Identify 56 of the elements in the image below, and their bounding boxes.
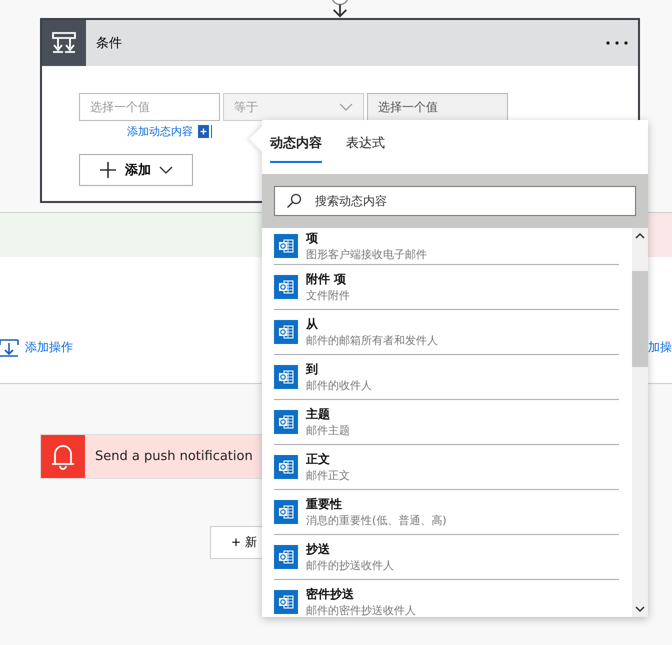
item-title: 密件抄送 [306, 586, 355, 603]
dynamic-content-item[interactable]: 到 邮件的收件人 [274, 355, 619, 400]
mail-app-icon [274, 320, 298, 344]
mail-app-icon [274, 500, 298, 524]
dynamic-content-item[interactable]: 抄送 邮件的抄送收件人 [274, 535, 619, 580]
item-title: 主题 [306, 406, 331, 423]
add-dynamic-content-link[interactable]: 添加动态内容 [127, 124, 193, 139]
more-options-icon[interactable] [606, 41, 628, 45]
item-description: 邮件的密件抄送收件人 [306, 603, 416, 617]
item-title: 到 [306, 361, 319, 378]
scroll-down-icon[interactable] [635, 606, 645, 613]
add-action-icon [0, 337, 20, 357]
mail-app-icon [274, 365, 298, 389]
search-icon [286, 193, 302, 209]
item-title: 从 [306, 316, 319, 333]
item-description: 邮件的邮箱所有者和发件人 [306, 333, 438, 348]
item-title: 项 [306, 230, 319, 247]
dynamic-content-item[interactable]: 附件 项 文件附件 [274, 265, 619, 310]
item-description: 邮件的收件人 [306, 378, 372, 393]
mail-app-icon [274, 410, 298, 434]
dynamic-content-item[interactable]: 主题 邮件主题 [274, 400, 619, 445]
bell-icon [41, 435, 85, 478]
value-input-field[interactable]: 选择一个值 [79, 93, 220, 121]
scrollbar-thumb[interactable] [632, 271, 648, 367]
item-description: 图形客户端接收电子邮件 [306, 247, 427, 262]
item-title: 附件 项 [306, 271, 348, 288]
dynamic-content-item[interactable]: 重要性 消息的重要性(低、普通、高) [274, 490, 619, 535]
mail-app-icon [274, 275, 298, 299]
add-action-link[interactable]: 添加操作 [0, 337, 73, 357]
scrollbar[interactable] [632, 228, 648, 617]
mail-app-icon [274, 545, 298, 569]
dynamic-content-item[interactable]: 正文 邮件正文 [274, 445, 619, 490]
value-input-field[interactable]: 选择一个值 [367, 93, 508, 121]
chevron-down-icon [339, 103, 353, 111]
search-field[interactable]: 搜索动态内容 [274, 186, 636, 216]
add-button[interactable]: 添加 [79, 154, 193, 186]
item-title: 重要性 [306, 496, 343, 513]
scroll-up-icon[interactable] [635, 232, 645, 239]
mail-app-icon [274, 590, 298, 614]
plus-icon[interactable] [198, 125, 212, 138]
dynamic-content-item[interactable]: 从 邮件的邮箱所有者和发件人 [274, 310, 619, 355]
mail-app-icon [274, 234, 298, 258]
dynamic-content-item[interactable]: 密件抄送 邮件的密件抄送收件人 [274, 580, 619, 617]
mail-app-icon [274, 455, 298, 479]
card-title: 条件 [96, 35, 123, 52]
add-action-link[interactable]: 加操 [648, 338, 672, 356]
popup-tab[interactable]: 动态内容 [270, 134, 322, 163]
popup-tab[interactable]: 表达式 [346, 134, 385, 163]
item-description: 邮件的抄送收件人 [306, 558, 394, 573]
dynamic-content-item[interactable]: 项 图形客户端接收电子邮件 [274, 228, 619, 265]
plus-icon [99, 161, 117, 179]
item-description: 文件附件 [306, 288, 350, 303]
chevron-down-icon [159, 166, 173, 174]
push-card-title: Send a push notification [95, 449, 253, 464]
item-title: 正文 [306, 451, 331, 468]
item-description: 消息的重要性(低、普通、高) [306, 513, 447, 528]
